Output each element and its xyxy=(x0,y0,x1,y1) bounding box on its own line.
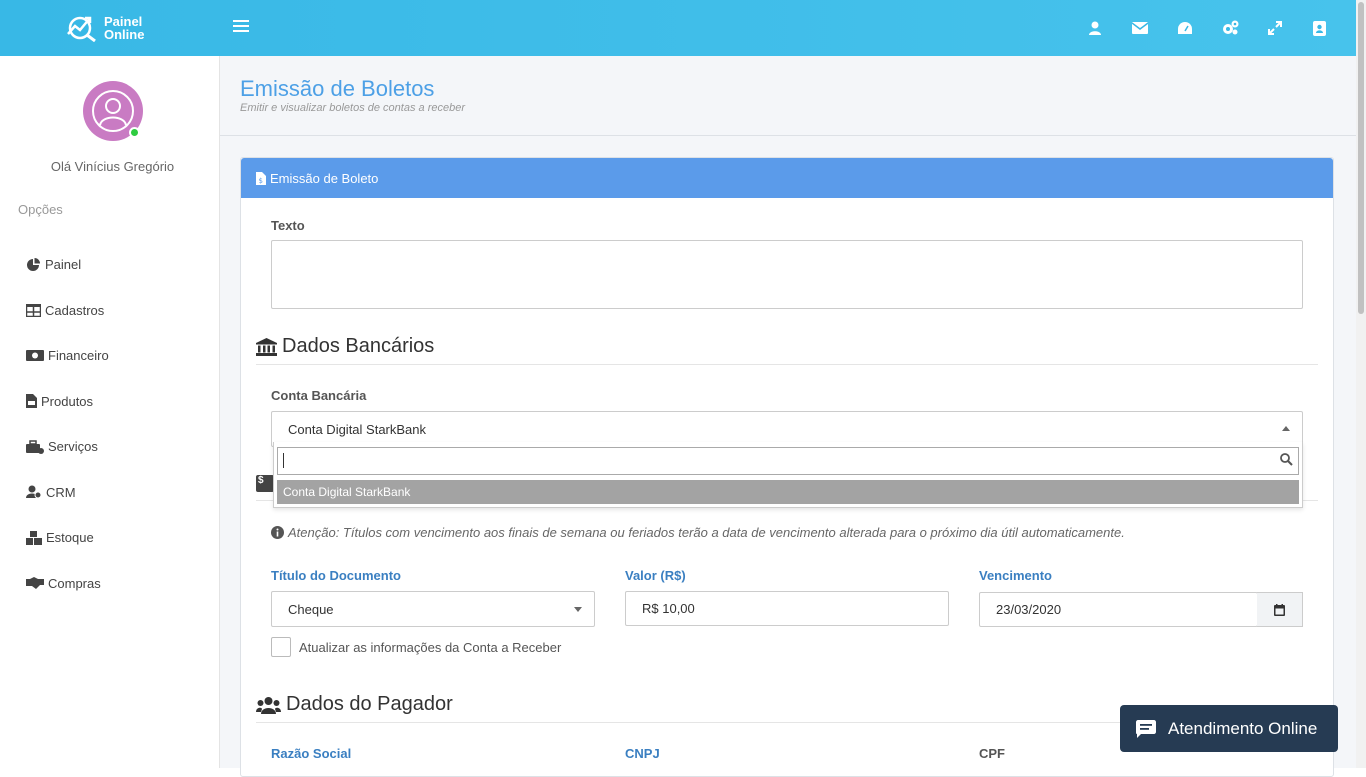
logo-line2: Online xyxy=(104,27,145,42)
handshake-icon xyxy=(26,576,44,589)
scrollbar-thumb[interactable] xyxy=(1358,2,1364,314)
page-scrollbar[interactable] xyxy=(1356,0,1366,768)
table-icon xyxy=(26,303,41,317)
svg-text:$: $ xyxy=(259,177,263,185)
titulo-label: Título do Documento xyxy=(271,568,401,583)
pie-chart-icon xyxy=(27,257,40,271)
info-icon xyxy=(271,526,284,539)
dashboard-icon[interactable] xyxy=(1162,21,1207,35)
vencimento-label: Vencimento xyxy=(979,568,1052,583)
attention-note: Atenção: Títulos com vencimento aos fina… xyxy=(271,525,1125,540)
sidebar-item-label: Estoque xyxy=(46,530,94,546)
caret-down-icon xyxy=(574,607,582,612)
boxes-icon xyxy=(26,530,42,545)
users-icon xyxy=(256,696,281,714)
texto-textarea[interactable] xyxy=(271,240,1303,309)
text-cursor xyxy=(283,453,284,468)
logo[interactable]: Painel Online xyxy=(66,12,166,44)
sidebar-item-label: Cadastros xyxy=(45,302,105,318)
dollar-section-icon: $ xyxy=(256,475,274,492)
menu-toggle-icon[interactable] xyxy=(233,20,249,36)
user-icon[interactable] xyxy=(1072,21,1117,35)
page-header: Emissão de Boletos Emitir e visualizar b… xyxy=(220,56,1356,136)
sidebar-item-cadastros[interactable]: Cadastros xyxy=(26,288,109,334)
online-status-dot xyxy=(129,127,140,138)
sidebar-item-estoque[interactable]: Estoque xyxy=(26,515,109,561)
caret-up-icon xyxy=(1282,426,1290,431)
main-content: Emissão de Boletos Emitir e visualizar b… xyxy=(220,56,1356,777)
sidebar-item-label: Compras xyxy=(48,575,101,591)
sidebar-item-servicos[interactable]: Serviços xyxy=(26,424,109,470)
razao-social-label: Razão Social xyxy=(271,746,352,761)
boleto-panel: $ Emissão de Boleto Texto Dados Bancário… xyxy=(240,157,1334,777)
envelope-icon[interactable] xyxy=(1117,22,1162,34)
conta-dropdown: Conta Digital StarkBank xyxy=(273,442,1303,508)
valor-input[interactable]: R$ 10,00 xyxy=(625,591,949,626)
cogs-icon[interactable] xyxy=(1207,20,1252,36)
toolbox-icon xyxy=(26,440,44,454)
calendar-button[interactable] xyxy=(1257,592,1303,627)
menu-header: Opções xyxy=(18,202,63,217)
file-invoice-icon xyxy=(26,394,37,409)
top-bar: Painel Online xyxy=(0,0,1356,56)
top-icons xyxy=(1072,0,1342,56)
panel-title: Emissão de Boleto xyxy=(270,170,379,186)
texto-label: Texto xyxy=(271,218,305,233)
page-title: Emissão de Boletos xyxy=(240,76,435,101)
chat-label: Atendimento Online xyxy=(1168,718,1318,738)
address-book-icon[interactable] xyxy=(1297,20,1342,36)
update-checkbox-label: Atualizar as informações da Conta a Rece… xyxy=(299,640,562,655)
sidebar-item-crm[interactable]: CRM xyxy=(26,470,109,516)
online-support-button[interactable]: Atendimento Online xyxy=(1120,705,1338,752)
conta-label: Conta Bancária xyxy=(271,388,367,403)
page-subtitle: Emitir e visualizar boletos de contas a … xyxy=(240,102,465,114)
update-checkbox[interactable] xyxy=(271,637,291,657)
sidebar-item-painel[interactable]: Painel xyxy=(26,242,109,288)
titulo-select[interactable]: Cheque xyxy=(271,591,595,627)
sidebar-item-compras[interactable]: Compras xyxy=(26,561,109,607)
file-invoice-dollar-icon: $ xyxy=(256,171,266,185)
section-dados-bancarios: Dados Bancários xyxy=(256,335,1318,365)
sidebar-item-produtos[interactable]: Produtos xyxy=(26,379,109,425)
sidebar-item-label: Painel xyxy=(45,257,82,273)
conta-select-value: Conta Digital StarkBank xyxy=(288,421,427,437)
users-cog-icon xyxy=(26,485,42,499)
section-title-text: Dados do Pagador xyxy=(286,693,453,715)
cpf-label: CPF xyxy=(979,746,1005,761)
cnpj-label: CNPJ xyxy=(625,746,660,761)
comment-icon xyxy=(1136,719,1156,738)
sidebar: Olá Vinícius Gregório Opções Painel Cada… xyxy=(0,56,220,768)
sidebar-item-financeiro[interactable]: Financeiro xyxy=(26,333,109,379)
attention-text: Atenção: Títulos com vencimento aos fina… xyxy=(288,525,1125,540)
bank-icon xyxy=(256,337,277,356)
search-icon xyxy=(1280,453,1293,466)
vencimento-input[interactable]: 23/03/2020 xyxy=(979,592,1258,627)
sidebar-menu: Painel Cadastros Financeiro Produtos Ser… xyxy=(26,242,109,606)
sidebar-item-label: Serviços xyxy=(48,439,98,455)
expand-icon[interactable] xyxy=(1252,21,1297,35)
sidebar-item-label: Produtos xyxy=(41,393,94,409)
money-icon xyxy=(26,350,44,362)
user-avatar-icon xyxy=(92,90,134,132)
sidebar-item-label: Financeiro xyxy=(48,348,109,364)
sidebar-item-label: CRM xyxy=(46,484,76,500)
user-greeting: Olá Vinícius Gregório xyxy=(50,159,175,174)
panel-header: $ Emissão de Boleto xyxy=(241,158,1333,198)
valor-label: Valor (R$) xyxy=(625,568,686,583)
section-title-text: Dados Bancários xyxy=(282,335,435,357)
logo-icon xyxy=(67,16,96,42)
avatar[interactable] xyxy=(83,81,143,141)
titulo-select-value: Cheque xyxy=(288,601,334,617)
dropdown-option[interactable]: Conta Digital StarkBank xyxy=(277,480,1299,504)
calendar-icon xyxy=(1274,603,1285,616)
